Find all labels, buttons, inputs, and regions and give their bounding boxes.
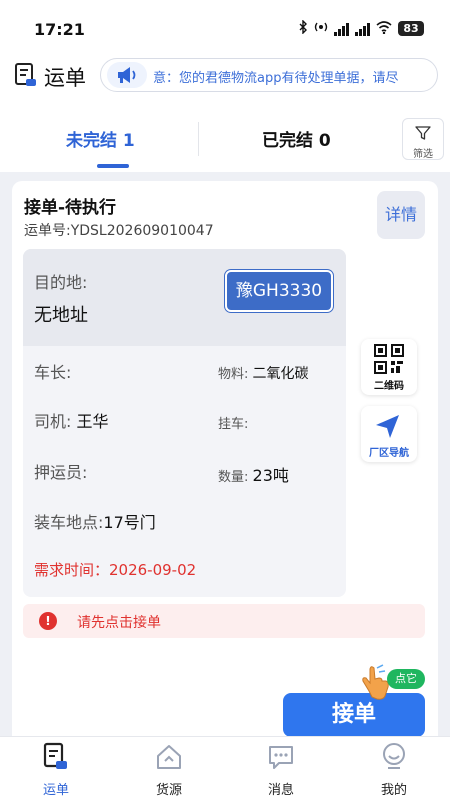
signal-icon — [334, 22, 349, 36]
detail-button[interactable]: 详情 — [377, 191, 425, 239]
tab-divider — [198, 122, 199, 156]
funnel-icon — [415, 126, 431, 140]
chat-bubble-icon — [269, 746, 293, 769]
status-time: 17:21 — [34, 20, 85, 39]
driver-field: 司机: 王华 — [34, 408, 109, 432]
tab-unfinished[interactable]: 未完结 1 — [66, 126, 135, 151]
destination-area: 目的地: 无地址 豫GH3330 — [23, 249, 346, 346]
driver-value: 王华 — [76, 412, 109, 431]
house-icon — [157, 745, 181, 769]
tab-active-indicator — [97, 164, 129, 168]
loading-label: 装车地点: — [34, 513, 104, 532]
notice-bar[interactable]: 意：您的君德物流app有待处理单据，请尽 — [100, 58, 438, 92]
battery-icon: 83 — [398, 21, 424, 36]
driver-label: 司机: — [34, 412, 72, 431]
tip-badge: 点它 — [387, 669, 425, 689]
qrcode-label: 二维码 — [374, 381, 404, 392]
vehicle-length-label: 车长: — [34, 363, 72, 382]
page-title: 运单 — [44, 66, 86, 90]
tab-finished[interactable]: 已完结 0 — [262, 126, 331, 151]
nfc-icon — [314, 20, 328, 37]
material-value: 二氧化碳 — [252, 366, 309, 382]
order-status-title: 接单-待执行 — [24, 198, 117, 218]
user-icon — [383, 743, 405, 769]
factory-navigation-button[interactable]: 厂区导航 — [361, 406, 417, 462]
material-label: 物料: — [218, 367, 249, 382]
nav-item-waybill[interactable]: 运单 — [16, 737, 96, 800]
signal-icon-2 — [355, 22, 370, 36]
nav-label-cargo: 货源 — [155, 783, 182, 798]
app-header: 运单 意：您的君德物流app有待处理单据，请尽 — [0, 56, 450, 100]
status-tabs: 未完结 1 已完结 0 筛选 — [0, 100, 450, 172]
waybill-nav-icon — [43, 742, 67, 769]
order-info-box: 目的地: 无地址 豫GH3330 车长: 物料: 二氧化碳 司机: 王华 挂车:… — [23, 249, 346, 597]
destination-value: 无地址 — [34, 305, 88, 326]
nav-item-messages[interactable]: 消息 — [241, 737, 321, 800]
navigation-arrow-icon — [376, 415, 399, 438]
warning-icon: ! — [39, 612, 57, 630]
nav-label-waybill: 运单 — [42, 783, 69, 798]
order-card: 接单-待执行 运单号:YDSL202609010047 详情 目的地: 无地址 … — [12, 181, 438, 761]
bottom-navigation: 运单 货源 消息 我的 — [0, 736, 450, 800]
quantity-field: 数量: 23吨 — [218, 462, 289, 486]
status-bar: 17:21 83 — [0, 0, 450, 56]
escort-label: 押运员: — [34, 463, 88, 482]
quantity-label: 数量: — [218, 470, 249, 485]
loading-value: 17号门 — [103, 513, 156, 532]
warning-text: 请先点击接单 — [77, 615, 161, 631]
accept-warning: ! 请先点击接单 — [23, 604, 425, 638]
nav-item-cargo[interactable]: 货源 — [129, 737, 209, 800]
nav-label-messages: 消息 — [267, 783, 294, 798]
bluetooth-icon — [298, 19, 308, 37]
qrcode-icon — [374, 344, 404, 374]
destination-label: 目的地: — [34, 273, 88, 292]
nav-item-mine[interactable]: 我的 — [354, 737, 434, 800]
megaphone-icon — [107, 62, 147, 88]
filter-button[interactable]: 筛选 — [402, 118, 444, 160]
order-number: 运单号:YDSL202609010047 — [24, 223, 214, 239]
navigation-label: 厂区导航 — [369, 448, 409, 459]
status-icons: 83 — [298, 19, 424, 37]
license-plate: 豫GH3330 — [225, 270, 333, 312]
nav-label-mine: 我的 — [380, 783, 407, 798]
material-field: 物料: 二氧化碳 — [218, 363, 309, 383]
notice-text: 意：您的君德物流app有待处理单据，请尽 — [153, 71, 399, 86]
wifi-icon — [376, 20, 392, 37]
quantity-value: 23吨 — [252, 466, 289, 485]
demand-time: 需求时间：2026-09-02 — [34, 561, 197, 579]
trailer-label: 挂车: — [218, 417, 249, 432]
waybill-icon — [15, 63, 36, 86]
qrcode-button[interactable]: 二维码 — [361, 339, 417, 395]
loading-field: 装车地点:17号门 — [34, 509, 156, 533]
accept-order-button[interactable]: 接单 — [283, 693, 425, 737]
filter-label: 筛选 — [413, 149, 433, 160]
